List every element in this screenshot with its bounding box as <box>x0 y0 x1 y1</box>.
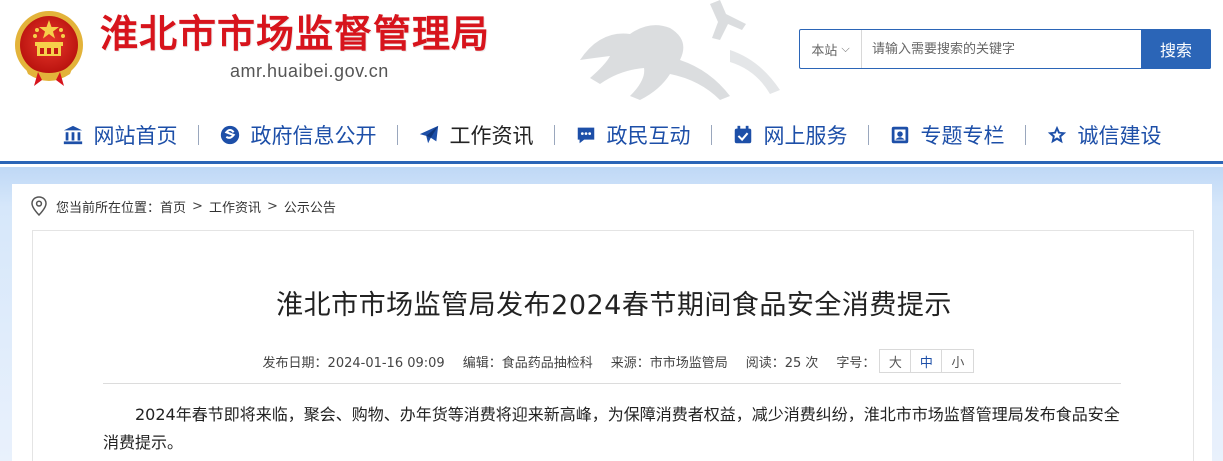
read-count: 阅读：25 次 <box>745 355 819 371</box>
fontsize-large-button[interactable]: 大 <box>880 350 912 372</box>
nav-item-work-news[interactable]: 工作资讯 <box>398 107 554 163</box>
breadcrumb-separator: > <box>192 198 203 214</box>
search-box: 本站 ⌵ 搜索 <box>799 29 1211 69</box>
meta-divider <box>103 383 1121 384</box>
fontsize-small-button[interactable]: 小 <box>942 350 974 372</box>
site-title: 淮北市市场监督管理局 <box>100 12 491 56</box>
breadcrumb-announcements-link[interactable]: 公示公告 <box>284 197 336 216</box>
article-meta: 发布日期：2024-01-16 09:09 编辑：食品药品抽检科 来源：市市场监… <box>33 349 1195 373</box>
article-source: 来源：市市场监管局 <box>610 355 728 371</box>
site-header: 淮北市市场监督管理局 amr.huaibei.gov.cn 本站 ⌵ 搜索 <box>0 0 1223 108</box>
article-container: 淮北市市场监管局发布2024春节期间食品安全消费提示 发布日期：2024-01-… <box>32 230 1194 461</box>
breadcrumb-home-link[interactable]: 首页 <box>160 197 186 216</box>
image-badge-icon <box>891 126 908 143</box>
horse-statue-watermark-icon <box>580 0 780 100</box>
nav-label: 专题专栏 <box>920 123 1005 148</box>
nav-label: 网站首页 <box>93 123 178 148</box>
content-panel: 您当前所在位置： 首页 > 工作资讯 > 公示公告 淮北市市场监管局发布2024… <box>12 184 1212 461</box>
nav-item-home[interactable]: 网站首页 <box>42 107 198 163</box>
national-emblem-icon <box>15 11 83 86</box>
nav-item-interaction[interactable]: 政民互动 <box>555 107 711 163</box>
chevron-down-icon: ⌵ <box>841 42 850 55</box>
breadcrumb: 您当前所在位置： 首页 > 工作资讯 > 公示公告 <box>30 196 336 216</box>
nav-label: 工作资讯 <box>449 123 534 148</box>
breadcrumb-separator: > <box>266 198 278 214</box>
fontsize-switcher: 大 中 小 <box>879 349 975 373</box>
search-scope-label: 本站 <box>811 43 838 59</box>
site-domain: amr.huaibei.gov.cn <box>230 61 389 81</box>
nav-label: 诚信建设 <box>1077 123 1162 148</box>
search-input[interactable] <box>862 30 1141 68</box>
nav-label: 网上服务 <box>763 123 848 148</box>
search-button[interactable]: 搜索 <box>1141 29 1211 69</box>
article-title: 淮北市市场监管局发布2024春节期间食品安全消费提示 <box>276 290 952 321</box>
publish-date: 发布日期：2024-01-16 09:09 <box>262 355 445 371</box>
nav-label: 政府信息公开 <box>250 123 377 148</box>
location-pin-icon <box>31 196 47 216</box>
star-icon <box>1047 125 1066 143</box>
article-paragraph: 2024年春节即将来临，聚会、购物、办年货等消费将迎来新高峰，为保障消费者权益，… <box>103 405 1120 452</box>
globe-e-icon <box>220 125 239 144</box>
nav-item-gov-info[interactable]: 政府信息公开 <box>199 107 397 163</box>
fontsize-medium-button[interactable]: 中 <box>911 350 943 372</box>
nav-item-online-service[interactable]: 网上服务 <box>712 107 868 163</box>
chat-icon <box>577 127 594 143</box>
breadcrumb-work-news-link[interactable]: 工作资讯 <box>209 197 261 216</box>
nav-label: 政民互动 <box>606 123 691 148</box>
article-editor: 编辑：食品药品抽检科 <box>462 355 593 371</box>
bank-icon <box>63 125 82 144</box>
main-nav: 网站首页 政府信息公开 工作资讯 政民互动 网上服务 专题专栏 诚信建设 <box>0 108 1223 164</box>
nav-item-credit[interactable]: 诚信建设 <box>1026 107 1182 163</box>
nav-item-special-topics[interactable]: 专题专栏 <box>869 107 1025 163</box>
fontsize-label: 字号： <box>836 355 876 371</box>
search-scope-select[interactable]: 本站 ⌵ <box>800 30 862 68</box>
breadcrumb-prefix: 您当前所在位置： <box>56 200 161 216</box>
paper-plane-icon <box>419 125 438 143</box>
calendar-check-icon <box>734 125 751 143</box>
